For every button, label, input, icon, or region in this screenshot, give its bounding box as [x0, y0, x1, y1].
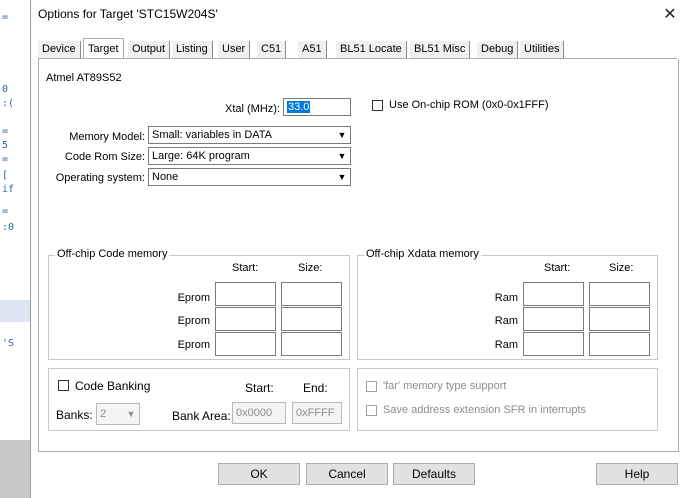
ram-label: Ram	[494, 339, 518, 351]
eprom-1-start[interactable]	[215, 282, 276, 306]
code-size-header: Size:	[298, 262, 323, 274]
ok-button[interactable]: OK	[218, 463, 300, 485]
editor-highlight	[0, 300, 30, 322]
xtal-label: Xtal (MHz):	[225, 103, 280, 115]
save-sfr-checkbox[interactable]	[366, 405, 377, 416]
device-name: Atmel AT89S52	[46, 72, 122, 84]
banks-value: 2	[100, 408, 107, 420]
memory-model-value: Small: variables in DATA	[152, 129, 273, 141]
editor-glyph: =	[2, 126, 9, 137]
tab-device[interactable]: Device	[38, 41, 81, 58]
code-rom-label: Code Rom Size:	[64, 151, 145, 163]
editor-glyph: :0	[2, 222, 15, 233]
offchip-code-title: Off-chip Code memory	[55, 248, 170, 260]
code-rom-value: Large: 64K program	[152, 150, 250, 162]
xdata-start-header: Start:	[544, 262, 571, 274]
os-label: Operating system:	[55, 172, 145, 184]
editor-glyph: [	[2, 170, 9, 181]
code-rom-select[interactable]: Large: 64K program ▼	[148, 147, 351, 165]
ram-1-size[interactable]	[589, 282, 650, 306]
memory-model-select[interactable]: Small: variables in DATA ▼	[148, 126, 351, 144]
help-button[interactable]: Help	[596, 463, 678, 485]
ram-label: Ram	[494, 292, 518, 304]
editor-glyph: 5	[2, 140, 9, 151]
editor-glyph: 'S	[2, 338, 15, 349]
editor-glyph: =	[2, 12, 9, 23]
onchip-rom-label: Use On-chip ROM (0x0-0x1FFF)	[389, 99, 549, 111]
bank-area-start[interactable]: 0x0000	[232, 402, 286, 424]
tab-listing[interactable]: Listing	[172, 41, 213, 58]
ram-3-size[interactable]	[589, 332, 650, 356]
banking-start-header: Start:	[245, 381, 274, 395]
ram-2-size[interactable]	[589, 307, 650, 331]
banks-label: Banks:	[56, 408, 93, 422]
ram-label: Ram	[494, 315, 518, 327]
far-memory-label: 'far' memory type support	[383, 380, 507, 392]
xtal-field[interactable]: 33.0	[283, 98, 351, 116]
ram-1-start[interactable]	[523, 282, 584, 306]
editor-glyph: if	[2, 184, 15, 195]
eprom-2-size[interactable]	[281, 307, 342, 331]
banking-end-header: End:	[303, 381, 328, 395]
cancel-button[interactable]: Cancel	[306, 463, 388, 485]
dropdown-arrow-icon: ▼	[337, 151, 347, 161]
bank-area-label: Bank Area:	[172, 409, 231, 423]
tab-user[interactable]: User	[218, 41, 251, 58]
os-select[interactable]: None ▼	[148, 168, 351, 186]
far-memory-group	[357, 368, 658, 431]
dropdown-arrow-icon: ▼	[337, 172, 347, 182]
offchip-xdata-title: Off-chip Xdata memory	[364, 248, 481, 260]
code-banking-checkbox[interactable]	[58, 380, 69, 391]
tab-bl51-misc[interactable]: BL51 Misc	[410, 41, 471, 58]
bank-area-end[interactable]: 0xFFFF	[292, 402, 342, 424]
tab-a51[interactable]: A51	[298, 41, 327, 58]
eprom-1-size[interactable]	[281, 282, 342, 306]
editor-glyph: =	[2, 154, 9, 165]
editor-bottom-panel	[0, 440, 30, 498]
eprom-3-start[interactable]	[215, 332, 276, 356]
eprom-label: Eprom	[177, 339, 210, 351]
code-banking-label: Code Banking	[75, 379, 151, 393]
banks-select[interactable]: 2 ▼	[96, 403, 140, 425]
onchip-rom-checkbox[interactable]	[372, 100, 383, 111]
ram-2-start[interactable]	[523, 307, 584, 331]
dropdown-arrow-icon: ▼	[337, 130, 347, 140]
close-icon[interactable]: ✕	[659, 4, 681, 26]
tab-debug[interactable]: Debug	[477, 41, 519, 58]
eprom-3-size[interactable]	[281, 332, 342, 356]
tab-bl51-locate[interactable]: BL51 Locate	[336, 41, 407, 58]
eprom-label: Eprom	[177, 292, 210, 304]
far-memory-checkbox[interactable]	[366, 381, 377, 392]
memory-model-label: Memory Model:	[69, 131, 145, 143]
background-editor-strip: = 0 :( = 5 = [ if = :0 'S	[0, 0, 31, 498]
tab-target[interactable]: Target	[83, 38, 124, 59]
xdata-size-header: Size:	[609, 262, 634, 274]
save-sfr-label: Save address extension SFR in interrupts	[383, 404, 586, 416]
dialog-title: Options for Target 'STC15W204S'	[38, 7, 218, 21]
editor-glyph: 0	[2, 84, 9, 95]
eprom-2-start[interactable]	[215, 307, 276, 331]
tab-utilities[interactable]: Utilities	[520, 41, 565, 58]
code-start-header: Start:	[232, 262, 259, 274]
editor-glyph: :(	[2, 98, 15, 109]
eprom-label: Eprom	[177, 315, 210, 327]
os-value: None	[152, 171, 179, 183]
dropdown-arrow-icon: ▼	[126, 409, 136, 419]
tab-c51[interactable]: C51	[257, 41, 287, 58]
ram-3-start[interactable]	[523, 332, 584, 356]
defaults-button[interactable]: Defaults	[393, 463, 475, 485]
tab-output[interactable]: Output	[128, 41, 171, 58]
xtal-value: 33.0	[287, 101, 311, 113]
editor-glyph: =	[2, 206, 9, 217]
